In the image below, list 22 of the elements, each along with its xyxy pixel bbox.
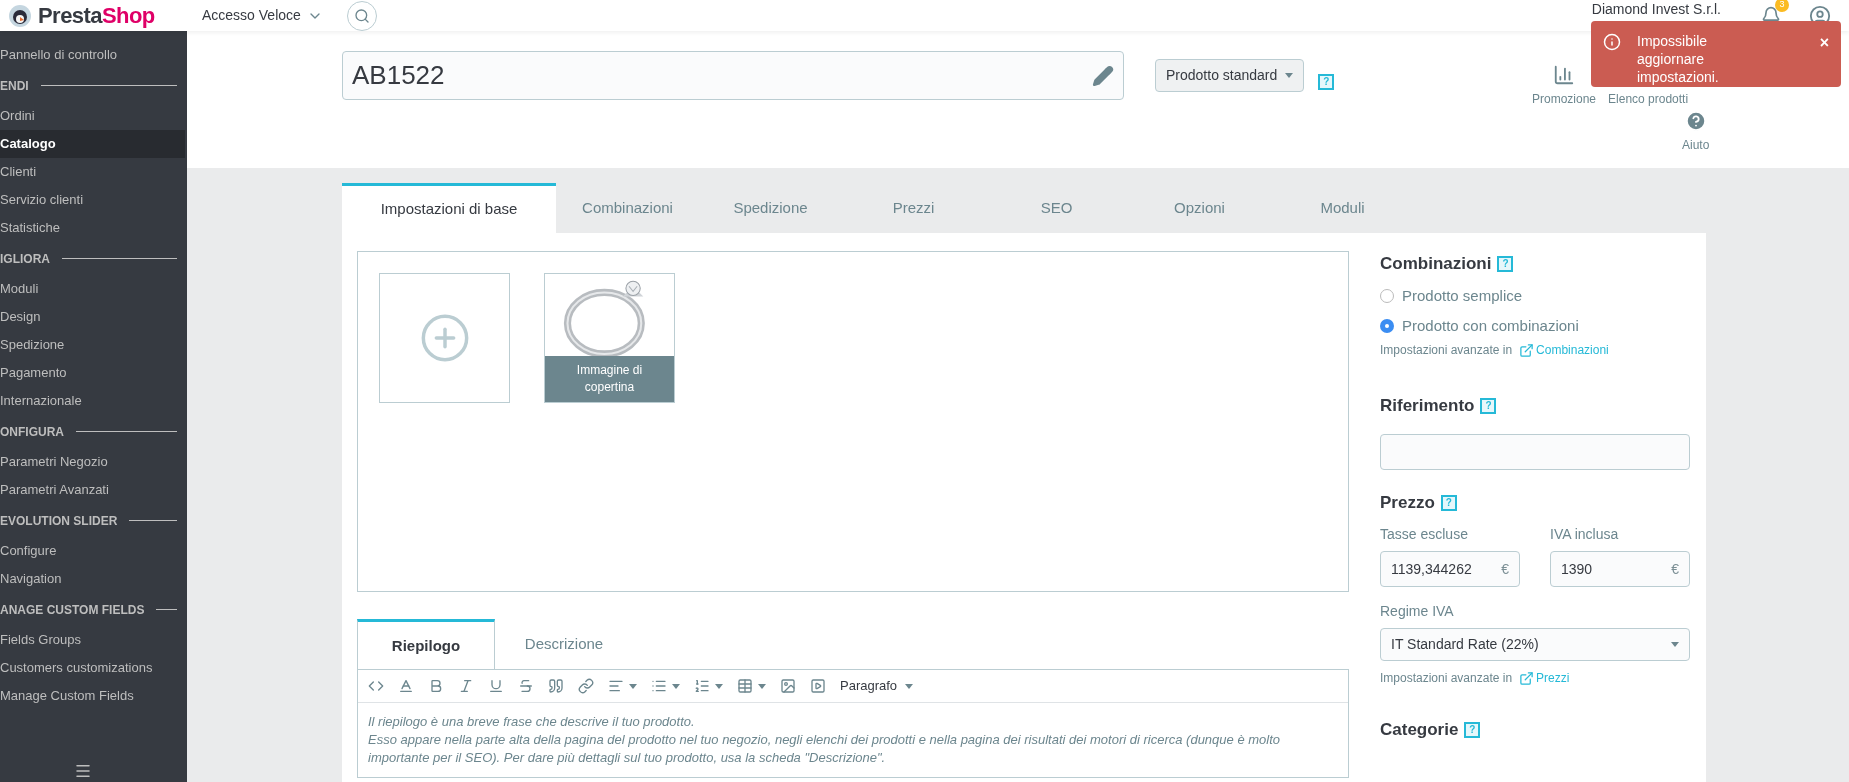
sidebar-section-title: ONFIGURA bbox=[0, 423, 64, 441]
radio-label: Prodotto con combinazioni bbox=[1402, 315, 1579, 336]
radio-label: Prodotto semplice bbox=[1402, 285, 1523, 306]
image-caption: Immagine di copertina bbox=[545, 356, 674, 402]
field-label: Regime IVA bbox=[1380, 602, 1455, 621]
sidebar-section-title: ANAGE CUSTOM FIELDS bbox=[0, 601, 145, 619]
notification-count: 3 bbox=[1775, 0, 1789, 12]
summary-text: Esso appare nella parte alta della pagina del prodotto nel tuo negozio, negli elenchi dei prodotti e nella pagina dei risultati dei motori di ricerca (dunque è molto importante per il SEO). Per dare più dettagli sul tuo prodotto, usa la scheda "Descrizione". bbox=[368, 731, 1282, 767]
section-title: Combinazioni bbox=[1380, 253, 1492, 276]
advanced-settings-text: Impostazioni avanzate in bbox=[1380, 670, 1513, 687]
section-title: Categorie bbox=[1380, 719, 1459, 742]
summary-text: Il riepilogo è una breve frase che descrive il tuo prodotto. bbox=[368, 713, 696, 731]
section-title: Riferimento bbox=[1380, 395, 1475, 418]
logo-text: PrestaShop bbox=[38, 4, 155, 27]
advanced-settings-text: Impostazioni avanzate in bbox=[1380, 342, 1513, 359]
sidebar-section-title: IGLIORA bbox=[0, 250, 50, 268]
field-label: IVA inclusa bbox=[1550, 525, 1620, 544]
toast-message: Impossibile aggiornare impostazioni. bbox=[1637, 32, 1720, 86]
section-title: Prezzo bbox=[1380, 492, 1435, 515]
sidebar-section-title: ENDI bbox=[0, 77, 29, 95]
sidebar-section-title: EVOLUTION SLIDER bbox=[0, 512, 118, 530]
field-label: Tasse escluse bbox=[1380, 525, 1469, 544]
